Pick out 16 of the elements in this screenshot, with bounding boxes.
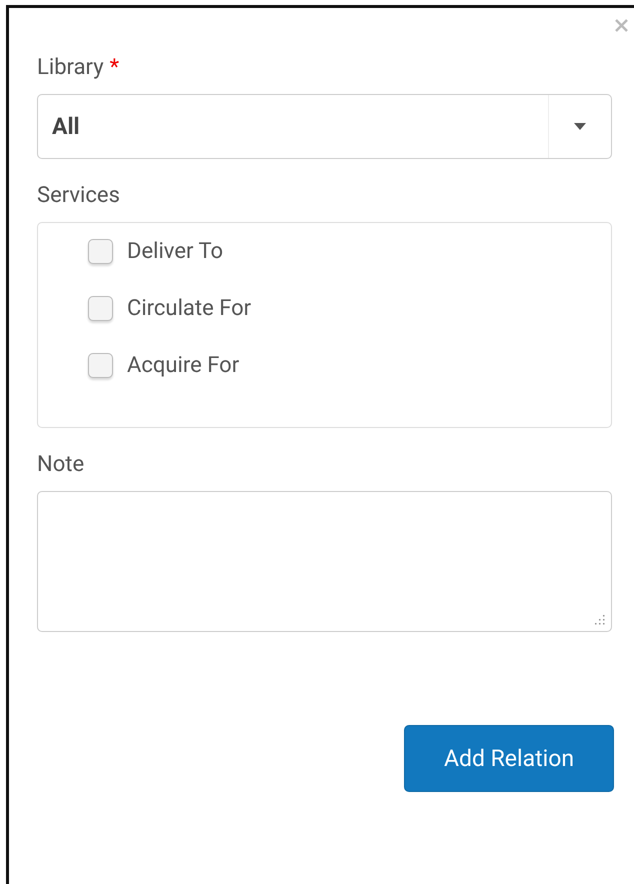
library-select[interactable]: All (37, 94, 612, 159)
add-relation-button[interactable]: Add Relation (404, 725, 614, 792)
field-label: Note (37, 452, 84, 477)
note-field[interactable] (37, 491, 612, 632)
checkbox[interactable] (88, 353, 113, 378)
field-label: Services (37, 183, 120, 208)
close-icon[interactable] (615, 19, 628, 32)
checkbox[interactable] (88, 296, 113, 321)
caret-icon (574, 123, 586, 130)
checkbox[interactable] (88, 239, 113, 264)
checkbox-label[interactable]: Deliver To (127, 239, 224, 264)
checkbox-label[interactable]: Acquire For (127, 353, 240, 378)
checkbox-label[interactable]: Circulate For (127, 296, 252, 321)
field-label: Library (37, 55, 104, 80)
required-mark: * (110, 55, 120, 80)
resize-grip-icon[interactable] (595, 615, 605, 625)
